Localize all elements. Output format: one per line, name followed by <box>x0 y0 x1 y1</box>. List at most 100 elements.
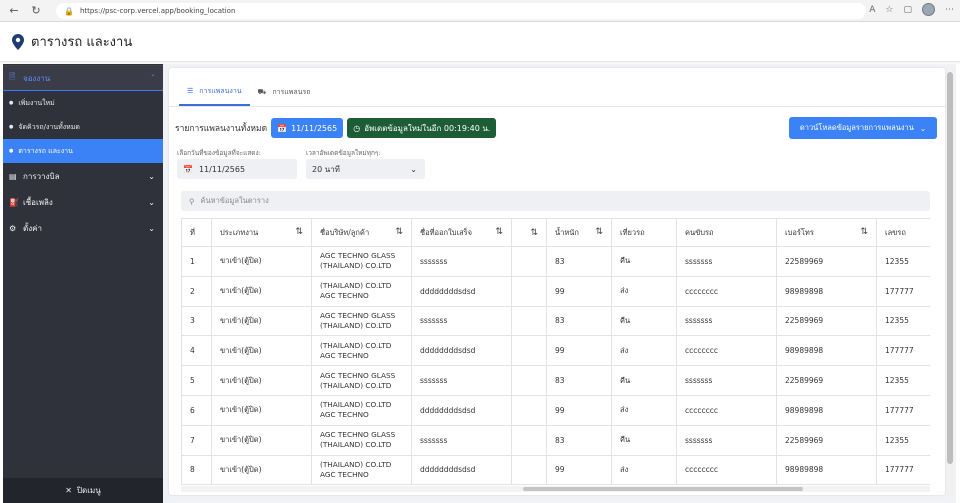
column-header[interactable]: ที่ <box>181 218 212 247</box>
table-row[interactable]: 6 ขาเข้า(ตู้ปิด) (THAILAND) CO.LTD AGC TEC… <box>181 394 930 426</box>
table-cell: 99 <box>546 275 612 307</box>
table-cell <box>511 305 547 337</box>
date-filter-field[interactable]: 📅 11/11/2565 <box>177 159 297 179</box>
table-cell: (THAILAND) CO.LTD AGC TECHNO <box>311 275 412 307</box>
table-row[interactable]: 4 ขาเข้า(ตู้ปิด) (THAILAND) CO.LTD AGC TEC… <box>181 335 930 367</box>
favorite-icon[interactable]: ☆ <box>885 5 893 15</box>
scrollbar-thumb[interactable] <box>947 72 953 464</box>
search-placeholder: ค้นหาข้อมูลในตาราง <box>200 196 269 205</box>
table-cell: 98989898 <box>776 275 877 307</box>
scrollbar-thumb[interactable] <box>523 487 803 491</box>
vertical-scrollbar[interactable] <box>946 66 954 496</box>
sidebar-item-schedule[interactable]: ● ตารางรถ และงาน <box>3 139 163 163</box>
column-header[interactable]: ประเภทงาน ⇅ <box>211 218 312 247</box>
sort-icon[interactable]: ⇅ <box>595 227 603 237</box>
table-cell: sssssss <box>676 305 777 337</box>
horizontal-scrollbar[interactable] <box>181 486 930 492</box>
column-header[interactable]: คนขับรถ <box>676 218 777 247</box>
table-cell: sssssss <box>676 424 777 456</box>
column-header[interactable]: น้ำหนัก ⇅ <box>546 218 612 247</box>
close-menu-button[interactable]: ✕ ปิดเมนู <box>3 478 163 503</box>
table-row[interactable]: 3 ขาเข้า(ตู้ปิด) AGC TECHNO GLASS (THAILAN… <box>181 305 930 337</box>
sort-icon[interactable]: ⇅ <box>395 227 403 237</box>
sidebar-item-new-job[interactable]: ● เพิ่มงานใหม่ <box>3 91 163 115</box>
table-cell: (THAILAND) CO.LTD AGC TECHNO <box>311 454 412 485</box>
close-menu-label: ปิดเมนู <box>76 486 101 495</box>
column-header[interactable]: ชื่อที่ออกใบเสร็จ ⇅ <box>411 218 512 247</box>
table-cell: sssssss <box>411 365 512 396</box>
sort-icon[interactable]: ⇅ <box>860 227 868 237</box>
truck-icon: ⛟ <box>257 87 267 96</box>
table-cell: ส่ง <box>611 335 677 367</box>
collections-icon[interactable]: ▢ <box>903 5 912 15</box>
table-body: 1 ขาเข้า(ตู้ปิด) AGC TECHNO GLASS (THAILAN… <box>181 246 930 485</box>
table-row[interactable]: 8 ขาเข้า(ตู้ปิด) (THAILAND) CO.LTD AGC TEC… <box>181 454 930 485</box>
data-table: ที่ ประเภทงาน ⇅ ชื่อบริษัท/ลูกค้า ⇅ ชื่อที่ออ… <box>181 218 930 485</box>
more-icon[interactable]: ⋯ <box>945 5 954 15</box>
table-cell: 1 <box>181 246 212 277</box>
table-cell <box>511 424 547 456</box>
table-cell: sssssss <box>411 424 512 456</box>
interval-value: 20 นาที <box>312 164 340 174</box>
table-cell: cccccccc <box>676 454 777 485</box>
table-cell: AGC TECHNO GLASS (THAILAND) CO.LTD <box>311 246 412 277</box>
date-filter-label: เลือกวันที่ของข้อมูลที่จะแสดง: <box>177 149 261 157</box>
bullet-icon: ● <box>9 148 14 154</box>
column-header[interactable]: เที่ยวรถ <box>611 218 677 247</box>
sidebar-item-queue[interactable]: ● จัดคิวรถ/งานทั้งหมด <box>3 115 163 139</box>
table-cell: 3 <box>181 305 212 337</box>
interval-select[interactable]: 20 นาที ⌄ <box>306 159 425 179</box>
sidebar-section-billing[interactable]: ▤ การวางบิล ⌄ <box>3 163 163 189</box>
table-cell: คืน <box>611 424 677 456</box>
location-pin-icon <box>12 33 24 50</box>
table-cell: 98989898 <box>776 335 877 367</box>
tab-job-plan[interactable]: ☰ การแพลนงาน <box>179 78 250 106</box>
data-table-container[interactable]: ที่ ประเภทงาน ⇅ ชื่อบริษัท/ลูกค้า ⇅ ชื่อที่ออ… <box>181 218 930 485</box>
search-input[interactable]: ⚲ ค้นหาข้อมูลในตาราง <box>181 191 930 211</box>
sort-icon[interactable]: ⇅ <box>530 228 538 238</box>
tab-truck-plan[interactable]: ⛟ การแพลนรถ <box>250 78 319 106</box>
table-cell: ส่ง <box>611 275 677 307</box>
url-text: https://psc-corp.vercel.app/booking_loca… <box>79 7 236 15</box>
sidebar-section-settings[interactable]: ⚙ ตั้งค่า ⌄ <box>3 215 163 241</box>
date-badge: 📅 11/11/2565 <box>271 118 344 138</box>
tab-label: การแพลนรถ <box>272 87 311 96</box>
chevron-up-icon: ˆ <box>151 73 155 83</box>
column-header[interactable]: เลขรถ <box>876 218 930 247</box>
table-row[interactable]: 5 ขาเข้า(ตู้ปิด) AGC TECHNO GLASS (THAILAN… <box>181 365 930 396</box>
refresh-timer-badge: ◷ อัพเดตข้อมูลใหม่ในอีก 00:19:40 น. <box>347 118 497 138</box>
table-cell: 12355 <box>876 305 930 337</box>
tab-bar: ☰ การแพลนงาน ⛟ การแพลนรถ <box>179 78 319 106</box>
column-header[interactable]: ชื่อบริษัท/ลูกค้า ⇅ <box>311 218 412 247</box>
reload-icon[interactable]: ↻ <box>28 3 44 19</box>
table-row[interactable]: 7 ขาเข้า(ตู้ปิด) AGC TECHNO GLASS (THAILAN… <box>181 424 930 456</box>
table-cell: sssssss <box>411 305 512 337</box>
clock-icon: ◷ <box>353 123 361 133</box>
back-icon[interactable]: ← <box>6 3 22 19</box>
address-bar[interactable]: 🔒 https://psc-corp.vercel.app/booking_lo… <box>56 3 866 19</box>
sort-icon[interactable]: ⇅ <box>295 227 303 237</box>
table-cell: 22589969 <box>776 424 877 456</box>
sidebar-section-booking[interactable]: 🗎 จองงาน ˆ <box>3 65 163 91</box>
table-cell: cccccccc <box>676 335 777 367</box>
table-cell: 99 <box>546 394 612 426</box>
date-filter-value: 11/11/2565 <box>198 164 246 174</box>
table-cell: 12355 <box>876 424 930 456</box>
table-row[interactable]: 1 ขาเข้า(ตู้ปิด) AGC TECHNO GLASS (THAILAN… <box>181 246 930 277</box>
table-cell: sssssss <box>676 246 777 277</box>
sidebar-section-label: การวางบิล <box>23 171 60 181</box>
table-cell <box>511 335 547 367</box>
read-aloud-icon[interactable]: A <box>869 5 875 15</box>
table-cell: 7 <box>181 424 212 456</box>
table-cell: ส่ง <box>611 454 677 485</box>
table-cell: ddddddddsdsd <box>411 335 512 367</box>
table-row[interactable]: 2 ขาเข้า(ตู้ปิด) (THAILAND) CO.LTD AGC TEC… <box>181 275 930 307</box>
sidebar-section-fuel[interactable]: ⛽ เชื้อเพลิง ⌄ <box>3 189 163 215</box>
table-cell: ddddddddsdsd <box>411 275 512 307</box>
sort-icon[interactable]: ⇅ <box>495 227 503 237</box>
column-header-label: เบอร์โทร <box>785 227 814 237</box>
column-header[interactable]: ⇅ <box>511 218 547 247</box>
column-header[interactable]: เบอร์โทร ⇅ <box>776 218 877 247</box>
download-button[interactable]: ดาวน์โหลดข้อมูลรายการแพลนงาน ⌄ <box>789 117 937 139</box>
avatar[interactable] <box>922 3 935 16</box>
